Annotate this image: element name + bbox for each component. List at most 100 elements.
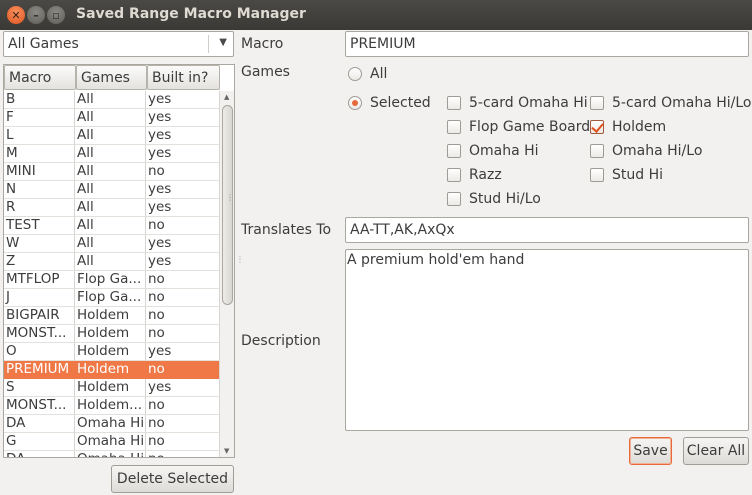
table-row[interactable]: O Holdem yes (4, 343, 220, 361)
table-row[interactable]: MONST... Holdem... no (4, 397, 220, 415)
table-row[interactable]: MINI All no (4, 163, 220, 181)
game-checkbox-label: Stud Hi/Lo (469, 191, 541, 207)
window-title: Saved Range Macro Manager (76, 6, 306, 22)
table-cell-games: Holdem (75, 325, 146, 343)
table-cell-games: Flop Ga... (75, 271, 146, 289)
column-header-builtin[interactable]: Built in? (147, 65, 220, 90)
column-header-macro[interactable]: Macro (4, 65, 76, 90)
table-row[interactable]: S Holdem yes (4, 379, 220, 397)
game-checkbox[interactable]: Flop Game Board (447, 119, 590, 135)
game-checkbox[interactable]: 5-card Omaha Hi (447, 95, 588, 111)
chevron-down-icon: ▼ (219, 37, 227, 48)
games-radio-all[interactable]: All (348, 66, 387, 82)
scroll-up-icon[interactable]: ▲ (224, 93, 229, 101)
table-cell-games: All (75, 145, 146, 163)
table-cell-games: All (75, 163, 146, 181)
table-cell-macro: J (4, 289, 75, 307)
table-cell-builtin: no (146, 415, 220, 433)
table-row[interactable]: TEST All no (4, 217, 220, 235)
table-row[interactable]: W All yes (4, 235, 220, 253)
translates-to-input[interactable]: AA-TT,AK,AxQx (345, 217, 749, 243)
table-cell-builtin: yes (146, 109, 220, 127)
table-cell-macro: O (4, 343, 75, 361)
checkbox-icon (590, 144, 604, 158)
table-cell-games: Holdem (75, 307, 146, 325)
save-button[interactable]: Save (629, 437, 672, 465)
description-textarea[interactable]: A premium hold'em hand (345, 249, 749, 431)
table-cell-builtin: no (146, 271, 220, 289)
table-cell-macro: PREMIUM (4, 361, 75, 379)
checkbox-icon (447, 168, 461, 182)
table-row[interactable]: DAOmaha Hino (4, 415, 220, 433)
table-row[interactable]: Z All yes (4, 253, 220, 271)
table-row[interactable]: R All yes (4, 199, 220, 217)
checkbox-icon (447, 144, 461, 158)
table-row[interactable]: L All yes (4, 127, 220, 145)
maximize-icon: ▫ (52, 8, 60, 22)
game-checkbox[interactable]: Omaha Hi/Lo (590, 143, 702, 159)
games-filter-dropdown[interactable]: All Games ▼ (3, 31, 234, 57)
table-cell-macro: BIGPAIR (4, 307, 75, 325)
table-cell-games: Holdem (75, 361, 146, 379)
checkbox-icon (447, 120, 461, 134)
table-cell-macro: F (4, 109, 75, 127)
table-cell-builtin: no (146, 433, 220, 451)
game-checkbox[interactable]: Stud Hi/Lo (447, 191, 541, 207)
table-cell-builtin: yes (146, 91, 220, 109)
table-scrollbar[interactable]: ▲ ▼ (219, 91, 234, 457)
table-cell-builtin: yes (146, 343, 220, 361)
macro-manager-window: ✕ – ▫ Saved Range Macro Manager All Game… (0, 0, 752, 495)
table-cell-games: Omaha Hi (75, 451, 146, 457)
table-cell-builtin: yes (146, 127, 220, 145)
table-cell-games: All (75, 235, 146, 253)
games-radio-selected[interactable]: Selected (348, 95, 431, 111)
scrollbar-thumb[interactable] (222, 105, 233, 305)
minimize-window-button[interactable]: – (27, 6, 45, 24)
table-cell-builtin: no (146, 361, 220, 379)
table-row[interactable]: J Flop Ga... no (4, 289, 220, 307)
pane-splitter-grip-icon[interactable]: ⋮ (236, 256, 244, 264)
grip-icon: ⋮ (226, 193, 234, 202)
table-row[interactable]: F All yes (4, 109, 220, 127)
table-cell-macro: Z (4, 253, 75, 271)
macro-table[interactable]: Macro Games Built in? B All yes F All yes L All… (3, 64, 235, 458)
table-row[interactable]: MONST... Holdem no (4, 325, 220, 343)
game-checkbox[interactable]: Razz (447, 167, 502, 183)
column-header-games[interactable]: Games (76, 65, 147, 90)
table-cell-builtin: yes (146, 235, 220, 253)
macro-name-input[interactable]: PREMIUM (345, 31, 749, 57)
table-cell-macro: MONST... (4, 325, 75, 343)
game-checkbox[interactable]: Omaha Hi (447, 143, 539, 159)
table-cell-macro: DA (4, 415, 75, 433)
maximize-window-button[interactable]: ▫ (47, 6, 65, 24)
delete-selected-button[interactable]: Delete Selected (111, 465, 234, 493)
table-row[interactable]: DAOmaha Hino (4, 451, 220, 457)
table-row[interactable]: PREMIUM Holdem no (4, 361, 220, 379)
table-row[interactable]: MTFLOP Flop Ga... no (4, 271, 220, 289)
table-row[interactable]: N All yes (4, 181, 220, 199)
table-header: Macro Games Built in? (4, 65, 220, 90)
table-cell-games: All (75, 253, 146, 271)
game-checkbox-label: Flop Game Board (469, 119, 591, 135)
table-cell-games: All (75, 199, 146, 217)
table-cell-builtin: yes (146, 145, 220, 163)
table-cell-builtin: yes (146, 199, 220, 217)
scroll-down-icon[interactable]: ▼ (224, 447, 229, 455)
table-row[interactable]: G Omaha Hi no (4, 433, 220, 451)
game-checkbox[interactable]: Holdem (590, 119, 666, 135)
table-cell-macro: MONST... (4, 397, 75, 415)
game-checkbox[interactable]: 5-card Omaha Hi/Lo (590, 95, 751, 111)
minimize-icon: – (33, 8, 39, 22)
game-checkbox[interactable]: Stud Hi (590, 167, 663, 183)
clear-all-button[interactable]: Clear All (683, 437, 749, 465)
table-cell-builtin: yes (146, 379, 220, 397)
table-cell-builtin: no (146, 325, 220, 343)
table-row[interactable]: M All yes (4, 145, 220, 163)
table-cell-macro: N (4, 181, 75, 199)
table-cell-macro: MINI (4, 163, 75, 181)
close-window-button[interactable]: ✕ (7, 6, 25, 24)
table-cell-macro: S (4, 379, 75, 397)
table-row[interactable]: B All yes (4, 91, 220, 109)
table-cell-builtin: no (146, 451, 220, 457)
table-row[interactable]: BIGPAIR Holdem no (4, 307, 220, 325)
